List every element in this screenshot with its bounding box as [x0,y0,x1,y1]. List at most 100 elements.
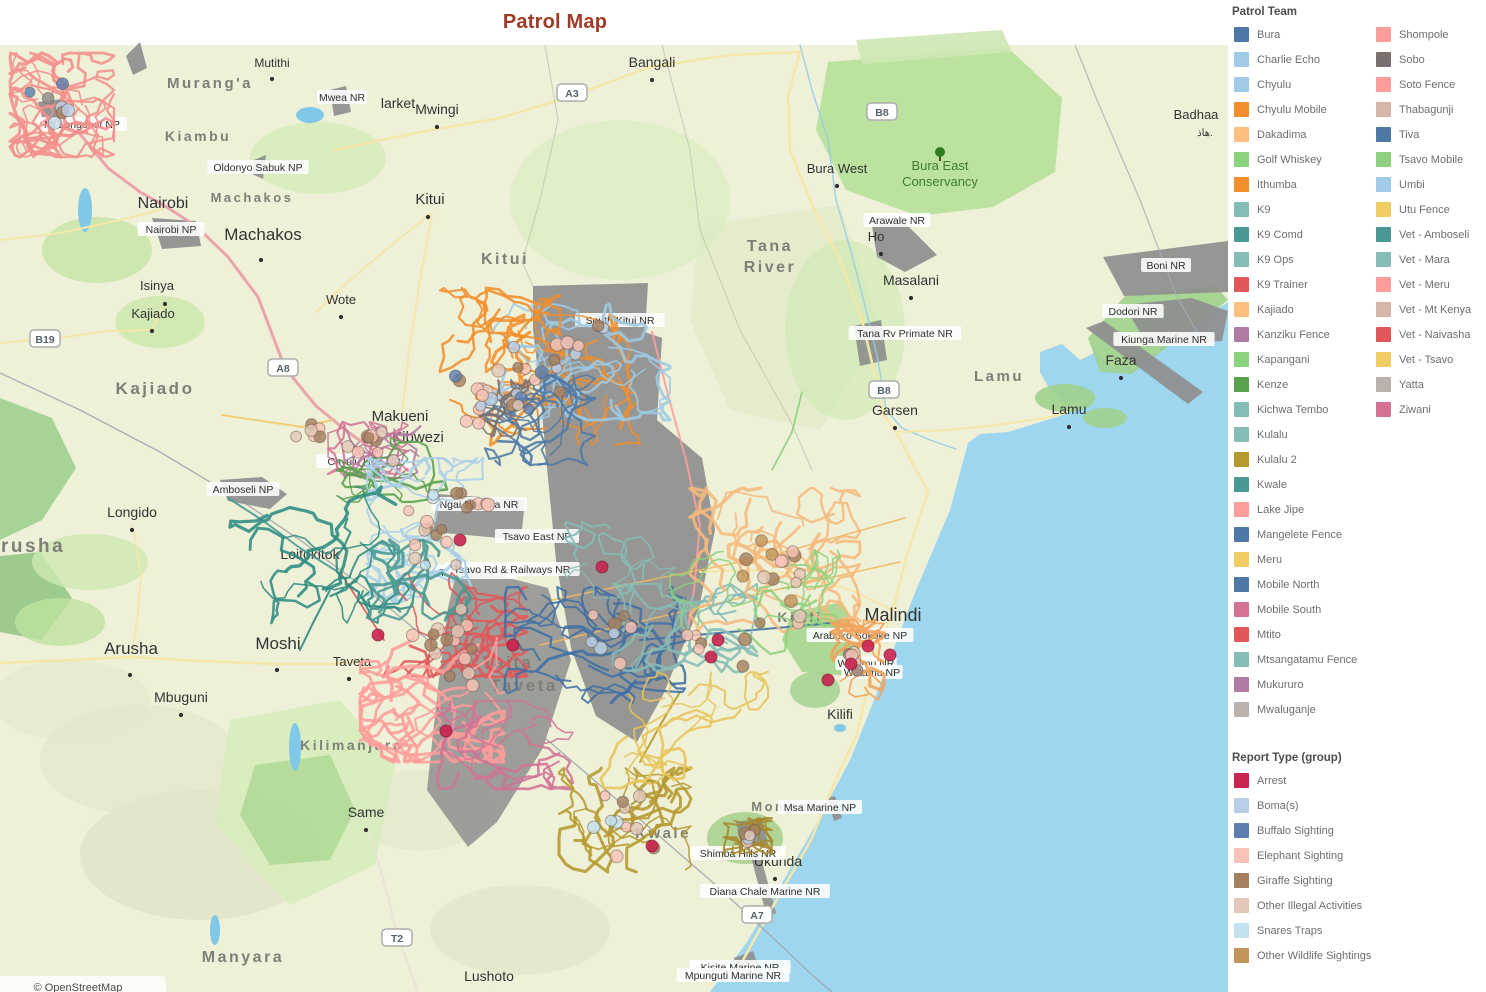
legend-item-vet-amboseli[interactable]: Vet - Amboseli [1376,222,1486,247]
arrest-marker [883,648,897,662]
legend-item-other-illegal-activities[interactable]: Other Illegal Activities [1234,893,1376,918]
legend-item-k9-comd[interactable]: K9 Comd [1234,222,1376,247]
legend-item-dakadima[interactable]: Dakadima [1234,122,1376,147]
legend-item-tsavo-mobile[interactable]: Tsavo Mobile [1376,147,1486,172]
legend-item-kenze[interactable]: Kenze [1234,372,1376,397]
legend-item-kapangani[interactable]: Kapangani [1234,347,1376,372]
legend-item-elephant-sighting[interactable]: Elephant Sighting [1234,843,1376,868]
road-badge-label: B8 [875,107,889,119]
legend-item-charlie-echo[interactable]: Charlie Echo [1234,47,1376,72]
town-dot [878,251,884,257]
color-swatch [1234,898,1249,913]
arrest-marker [506,638,520,652]
legend-item-ziwani[interactable]: Ziwani [1376,397,1486,422]
legend-item-utu-fence[interactable]: Utu Fence [1376,197,1486,222]
legend-item-label: K9 Ops [1257,253,1294,266]
color-swatch [1376,277,1391,292]
legend-item-kajiado[interactable]: Kajiado [1234,297,1376,322]
map-svg[interactable]: Murang'a Kiambu Machakos Kitui Tana River Kaji… [0,0,1228,992]
report-marker [419,559,431,571]
legend-item-sobo[interactable]: Sobo [1376,47,1486,72]
color-swatch [1376,152,1391,167]
legend-item-ithumba[interactable]: Ithumba [1234,172,1376,197]
legend-item-mobile-south[interactable]: Mobile South [1234,597,1376,622]
legend-item-yatta[interactable]: Yatta [1376,372,1486,397]
legend-item-chyulu-mobile[interactable]: Chyulu Mobile [1234,97,1376,122]
legend-item-vet-meru[interactable]: Vet - Meru [1376,272,1486,297]
color-swatch [1234,923,1249,938]
park-label: Tana Rv Primate NR [857,328,953,340]
map-canvas[interactable]: Murang'a Kiambu Machakos Kitui Tana River Kaji… [0,0,1228,992]
legend-item-kwale[interactable]: Kwale [1234,472,1376,497]
legend-item-bura[interactable]: Bura [1234,22,1376,47]
legend-item-k9-trainer[interactable]: K9 Trainer [1234,272,1376,297]
legend-item-mobile-north[interactable]: Mobile North [1234,572,1376,597]
legend-item-mtsangatamu-fence[interactable]: Mtsangatamu Fence [1234,647,1376,672]
legend-item-vet-mt-kenya[interactable]: Vet - Mt Kenya [1376,297,1486,322]
legend-item-arrest[interactable]: Arrest [1234,768,1376,793]
legend-item-thabagunji[interactable]: Thabagunji [1376,97,1486,122]
legend-item-giraffe-sighting[interactable]: Giraffe Sighting [1234,868,1376,893]
color-swatch [1234,127,1249,142]
color-swatch [1376,302,1391,317]
arrest-marker [704,650,718,664]
legend-item-mtito[interactable]: Mtito [1234,622,1376,647]
town-dot [178,712,184,718]
color-swatch [1234,527,1249,542]
legend-item-label: Kulalu 2 [1257,453,1297,466]
legend-item-vet-naivasha[interactable]: Vet - Naivasha [1376,322,1486,347]
legend-item-k9[interactable]: K9 [1234,197,1376,222]
report-type-legend-title: Report Type (group) [1232,752,1342,764]
legend-item-label: Kapangani [1257,353,1310,366]
legend-item-meru[interactable]: Meru [1234,547,1376,572]
legend-item-buffalo-sighting[interactable]: Buffalo Sighting [1234,818,1376,843]
legend-item-lake-jipe[interactable]: Lake Jipe [1234,497,1376,522]
county-label: Tana [747,238,793,255]
legend-item-golf-whiskey[interactable]: Golf Whiskey [1234,147,1376,172]
legend-item-label: K9 Comd [1257,228,1303,241]
report-marker [599,790,611,802]
legend-item-label: K9 Trainer [1257,278,1308,291]
report-marker [754,617,766,629]
legend-item-umbi[interactable]: Umbi [1376,172,1486,197]
legend-item-soto-fence[interactable]: Soto Fence [1376,72,1486,97]
legend-item-tiva[interactable]: Tiva [1376,122,1486,147]
legend-item-shompole[interactable]: Shompole [1376,22,1486,47]
report-marker [534,365,549,380]
legend-item-kulalu-2[interactable]: Kulalu 2 [1234,447,1376,472]
road-badge-label: A3 [565,88,579,100]
town-dot [269,76,275,82]
report-marker [372,446,384,459]
legend-item-mukururo[interactable]: Mukururo [1234,672,1376,697]
legend-item-label: Buffalo Sighting [1257,824,1334,837]
color-swatch [1376,77,1391,92]
town-dot [149,328,155,334]
legend-item-kulalu[interactable]: Kulalu [1234,422,1376,447]
legend-item-chyulu[interactable]: Chyulu [1234,72,1376,97]
town-label: Machakos [224,225,301,244]
legend-item-other-wildlife-sightings[interactable]: Other Wildlife Sightings [1234,943,1376,968]
legend-item-k9-ops[interactable]: K9 Ops [1234,247,1376,272]
legend-item-vet-mara[interactable]: Vet - Mara [1376,247,1486,272]
report-marker [362,432,375,444]
legend-item-label: Mobile South [1257,603,1322,616]
legend-item-kanziku-fence[interactable]: Kanziku Fence [1234,322,1376,347]
report-marker [475,400,487,412]
patrol-team-legend-col1: Bura Charlie Echo Chyulu Chyulu Mobile Dakad… [1234,22,1376,722]
park-label: Mwea NR [319,92,366,104]
legend-item-label: Shompole [1399,28,1449,41]
park-label: Tsavo Rd & Railways NR [454,564,571,576]
patrol-map-dashboard: Murang'a Kiambu Machakos Kitui Tana River Kaji… [0,0,1486,992]
legend-item-boma-s[interactable]: Boma(s) [1234,793,1376,818]
legend-item-mangelete-fence[interactable]: Mangelete Fence [1234,522,1376,547]
legend-item-mwaluganje[interactable]: Mwaluganje [1234,697,1376,722]
legend-item-snares-traps[interactable]: Snares Traps [1234,918,1376,943]
legend-item-vet-tsavo[interactable]: Vet - Tsavo [1376,347,1486,372]
color-swatch [1376,27,1391,42]
report-marker [618,610,631,622]
town-dot [258,257,264,263]
report-marker [790,576,802,589]
report-marker [512,361,524,373]
county-label: Kitui [481,251,529,268]
legend-item-kichwa-tembo[interactable]: Kichwa Tembo [1234,397,1376,422]
